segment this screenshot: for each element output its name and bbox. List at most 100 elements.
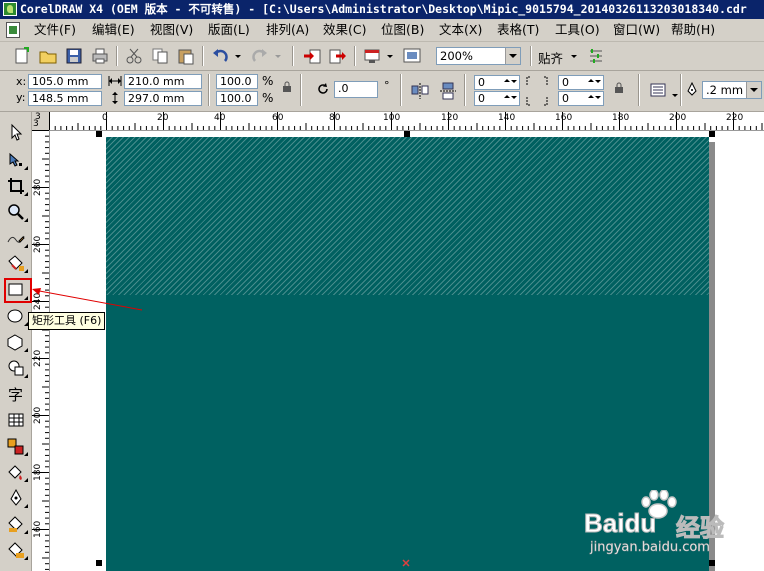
h-tick-label: 40 <box>214 113 226 123</box>
x-label: x: <box>16 75 27 88</box>
corner-radius-top-right[interactable]: 0 <box>558 75 604 90</box>
import-icon[interactable] <box>302 46 322 66</box>
wrap-text-icon[interactable] <box>648 80 668 100</box>
lock-ratio-icon[interactable] <box>282 81 292 93</box>
welcome-screen-icon[interactable] <box>402 46 422 66</box>
interactive-blend-tool-icon[interactable] <box>6 436 28 456</box>
basic-shapes-tool-icon[interactable] <box>6 358 28 378</box>
text-tool-icon[interactable]: 字 <box>6 384 26 404</box>
selection-handle[interactable] <box>404 131 410 137</box>
property-bar: x: 105.0 mm y: 148.5 mm 210.0 mm 297.0 m… <box>0 71 764 112</box>
open-folder-icon[interactable] <box>38 46 58 66</box>
h-tick-label: 80 <box>329 113 341 123</box>
redo-dropdown-icon[interactable] <box>272 46 284 66</box>
coreldraw-app-icon[interactable] <box>3 2 17 16</box>
new-document-icon[interactable] <box>12 46 32 66</box>
mirror-vertical-icon[interactable] <box>438 81 458 101</box>
width-field[interactable]: 210.0 mm <box>124 74 202 89</box>
launcher-dropdown-icon[interactable] <box>384 46 396 66</box>
title-bar: CorelDRAW X4 (OEM 版本 - 不可转售) - [C:\Users… <box>0 0 764 19</box>
menu-text[interactable]: 文本(X) <box>439 22 482 38</box>
y-label: y: <box>16 91 26 104</box>
freehand-tool-icon[interactable] <box>6 228 28 248</box>
spinner-icon[interactable] <box>585 92 603 105</box>
width-icon <box>108 75 122 88</box>
menu-file[interactable]: 文件(F) <box>34 22 76 38</box>
hatch-pattern-region[interactable] <box>106 137 709 295</box>
export-icon[interactable] <box>328 46 348 66</box>
horizontal-ruler[interactable]: 0 20 40 60 80 100 120 140 160 180 200 22… <box>49 112 764 131</box>
redo-icon[interactable] <box>250 46 270 66</box>
y-position-field[interactable]: 148.5 mm <box>28 91 102 106</box>
menu-layout[interactable]: 版面(L) <box>208 22 250 38</box>
zoom-level-select[interactable]: 200% <box>436 47 521 65</box>
selection-handle[interactable] <box>709 131 715 137</box>
snap-to-button[interactable]: 贴齐 <box>538 48 563 67</box>
toolbar-separator <box>116 46 118 66</box>
toolbar-separator <box>638 74 640 106</box>
chevron-down-icon[interactable] <box>505 48 520 64</box>
scale-x-field[interactable]: 100.0 <box>216 74 258 89</box>
rotate-icon <box>316 82 330 96</box>
options-icon[interactable] <box>586 46 606 66</box>
menu-table[interactable]: 表格(T) <box>497 22 539 38</box>
menu-help[interactable]: 帮助(H) <box>671 22 715 38</box>
spinner-icon[interactable] <box>585 76 603 89</box>
outline-width-select[interactable]: .2 mm <box>702 81 762 99</box>
save-icon[interactable] <box>64 46 84 66</box>
toolbar-separator <box>680 74 682 106</box>
print-icon[interactable] <box>90 46 110 66</box>
spinner-icon[interactable] <box>501 92 519 105</box>
corner-br-value: 0 <box>562 92 569 105</box>
shape-tool-icon[interactable] <box>6 150 28 170</box>
height-field[interactable]: 297.0 mm <box>124 91 202 106</box>
h-tick-label: 220 <box>726 113 744 123</box>
x-position-field[interactable]: 105.0 mm <box>28 74 102 89</box>
zoom-tool-icon[interactable] <box>6 202 28 222</box>
undo-dropdown-icon[interactable] <box>232 46 244 66</box>
undo-icon[interactable] <box>210 46 230 66</box>
menu-bitmaps[interactable]: 位图(B) <box>381 22 424 38</box>
menu-window[interactable]: 窗口(W) <box>613 22 660 38</box>
menu-arrange[interactable]: 排列(A) <box>266 22 309 38</box>
pick-tool-icon[interactable] <box>6 122 26 142</box>
mirror-horizontal-icon[interactable] <box>410 81 430 101</box>
smart-fill-tool-icon[interactable] <box>6 253 28 273</box>
copy-icon[interactable] <box>150 46 170 66</box>
ruler-origin[interactable]: 3 3 <box>32 112 50 131</box>
corner-radius-bottom-left[interactable]: 0 <box>474 91 520 106</box>
chevron-down-icon[interactable] <box>746 82 761 98</box>
scale-y-field[interactable]: 100.0 <box>216 91 258 106</box>
svg-text:字: 字 <box>8 386 23 404</box>
corner-brackets-icon <box>526 75 548 107</box>
selection-handle[interactable] <box>709 560 715 566</box>
polygon-tool-icon[interactable] <box>6 332 28 352</box>
menu-effects[interactable]: 效果(C) <box>323 22 366 38</box>
menu-view[interactable]: 视图(V) <box>150 22 193 38</box>
wrap-dropdown-icon[interactable] <box>672 88 678 97</box>
selection-handle[interactable] <box>96 131 102 137</box>
corner-radius-top-left[interactable]: 0 <box>474 75 520 90</box>
outline-tool-icon[interactable] <box>6 488 28 508</box>
selection-handle[interactable] <box>96 560 102 566</box>
ellipse-tool-icon[interactable] <box>6 306 28 326</box>
menu-tools[interactable]: 工具(O) <box>555 22 600 38</box>
eyedropper-tool-icon[interactable] <box>6 462 28 482</box>
corner-lock-icon[interactable] <box>614 82 624 94</box>
interactive-fill-tool-icon[interactable] <box>6 540 28 560</box>
rotation-field[interactable]: .0 <box>334 81 378 98</box>
cut-icon[interactable] <box>124 46 144 66</box>
percent-x-label: % <box>262 74 274 88</box>
spinner-icon[interactable] <box>501 76 519 89</box>
doc-icon[interactable] <box>6 22 20 38</box>
height-icon <box>108 91 122 105</box>
table-tool-icon[interactable] <box>6 410 26 430</box>
crop-tool-icon[interactable] <box>6 176 28 196</box>
snap-dropdown-icon[interactable] <box>568 46 580 66</box>
menu-edit[interactable]: 编辑(E) <box>92 22 135 38</box>
paste-icon[interactable] <box>176 46 196 66</box>
application-launcher-icon[interactable] <box>362 46 382 66</box>
vertical-ruler[interactable]: 280 260 240 220 200 180 160 <box>32 130 50 571</box>
fill-tool-icon[interactable] <box>6 514 28 534</box>
corner-radius-bottom-right[interactable]: 0 <box>558 91 604 106</box>
